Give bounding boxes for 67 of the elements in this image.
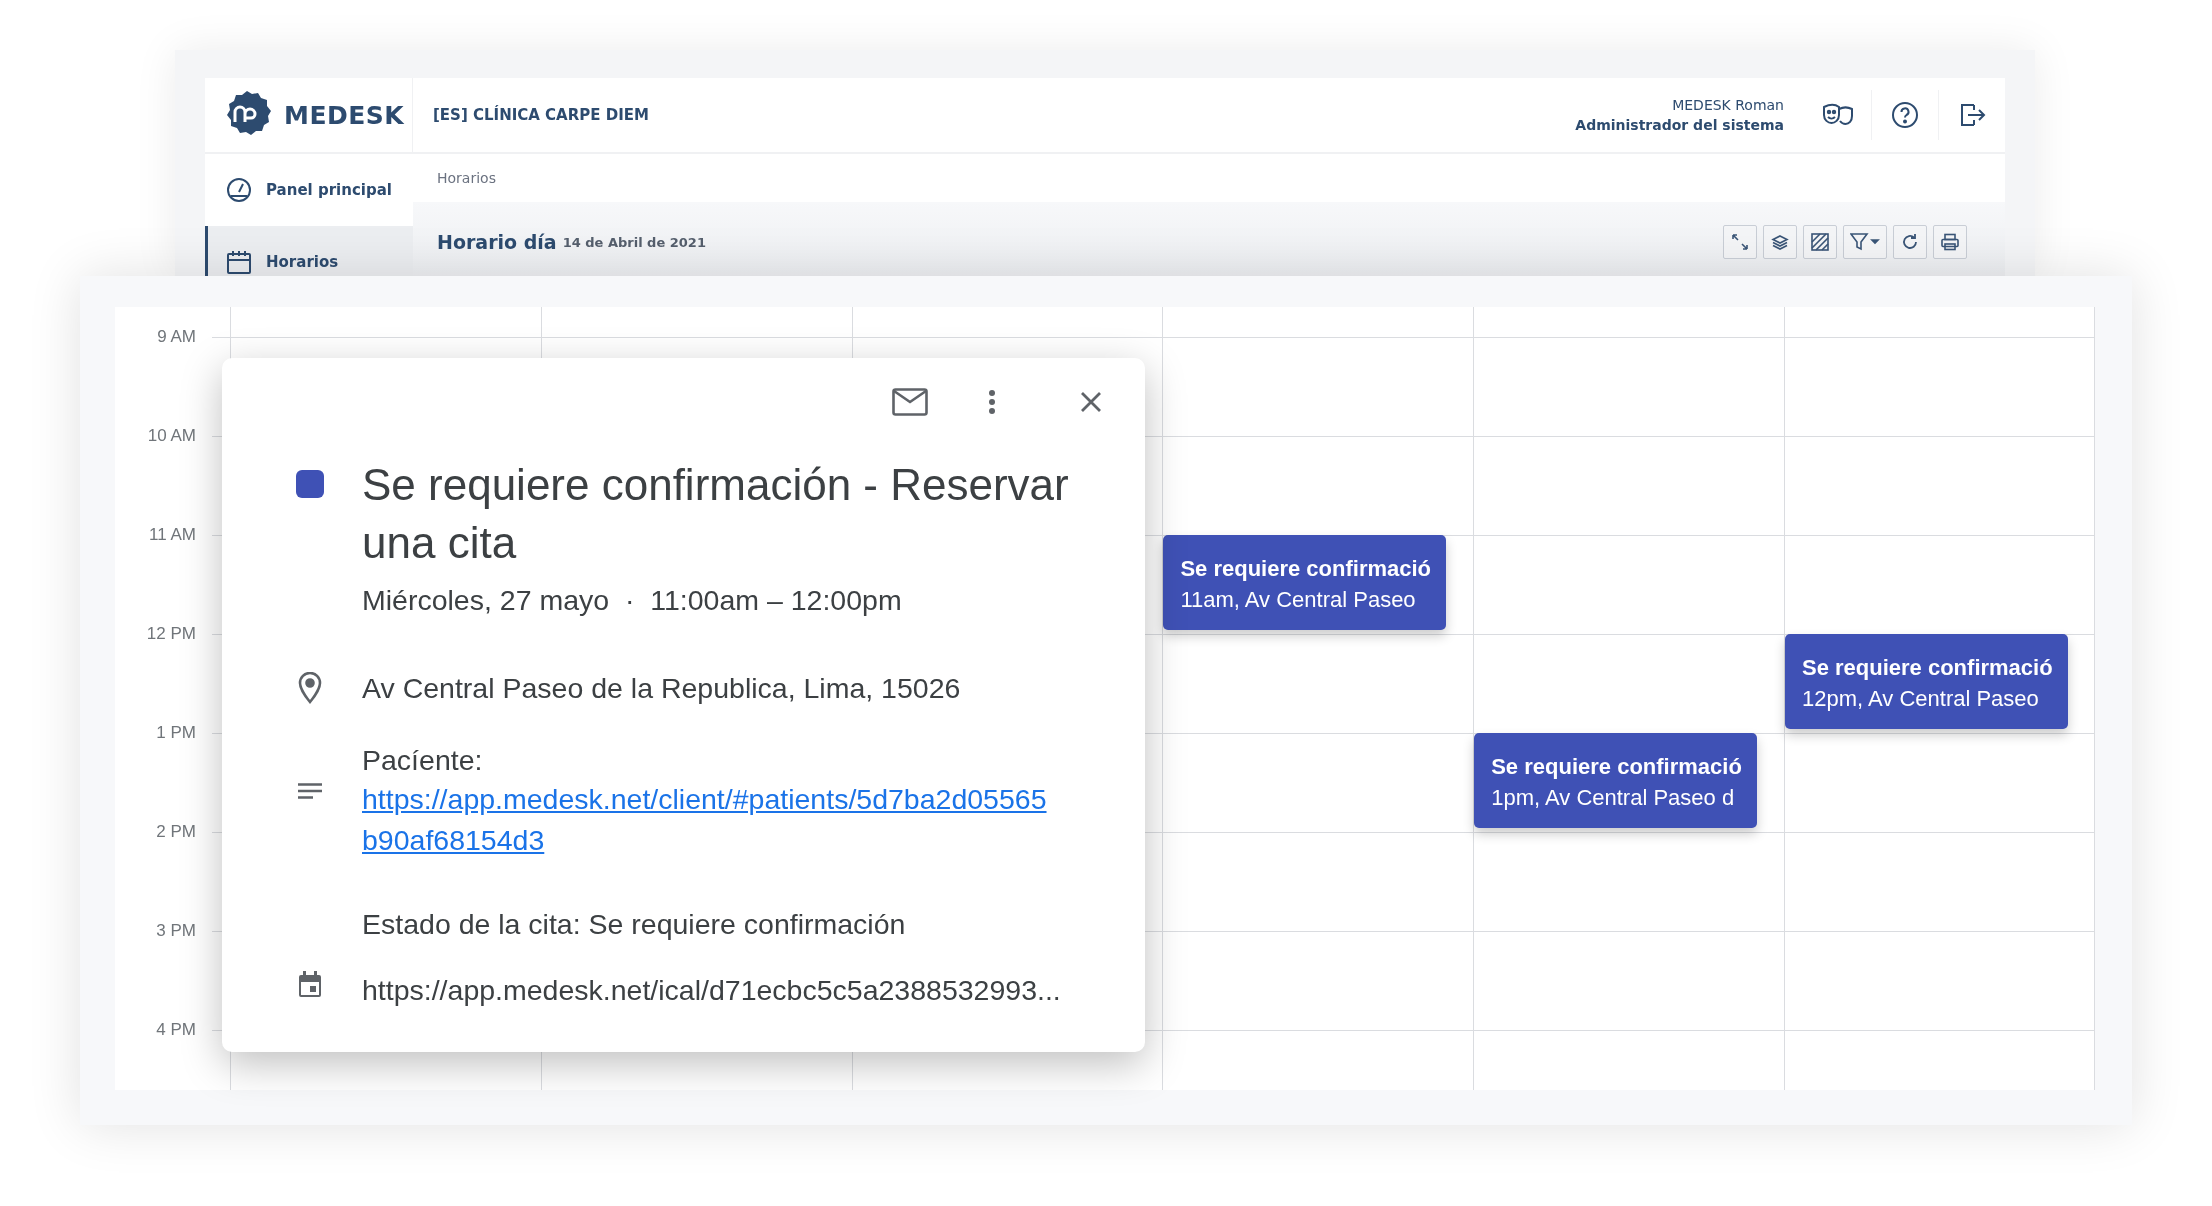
- appointment-status: Estado de la cita: Se requiere confirmación: [362, 907, 907, 942]
- time-slot[interactable]: [1162, 634, 1474, 733]
- gauge-icon: [226, 177, 252, 203]
- time-slot[interactable]: [1473, 1030, 1784, 1090]
- breadcrumb[interactable]: Horarios: [437, 170, 496, 186]
- time-label: 12 PM: [146, 624, 196, 644]
- location-pin-icon: [298, 672, 322, 704]
- description-label: Pacíente:: [362, 743, 484, 778]
- time-slot[interactable]: [1784, 832, 2095, 931]
- layers-icon: [1771, 234, 1789, 250]
- calendar-icon: [226, 250, 252, 274]
- refresh-icon: [1901, 233, 1919, 251]
- time-slot[interactable]: [1473, 535, 1784, 634]
- printer-icon: [1941, 233, 1959, 251]
- help-icon: [1891, 101, 1919, 129]
- sidebar-item[interactable]: Panel principal: [205, 154, 413, 226]
- filter-button[interactable]: [1843, 225, 1887, 259]
- time-label: 4 PM: [156, 1020, 196, 1040]
- page-date: 14 de Abril de 2021: [562, 234, 706, 250]
- filter-icon: [1850, 233, 1880, 251]
- time-slot[interactable]: [1784, 436, 2095, 535]
- time-slot[interactable]: [1784, 733, 2095, 832]
- time-slot[interactable]: [1473, 436, 1784, 535]
- time-slot[interactable]: [1162, 733, 1474, 832]
- refresh-button[interactable]: [1893, 225, 1927, 259]
- event-title: Se requiere confirmación - Reservar una cita: [362, 459, 1070, 569]
- time-slot[interactable]: [1784, 337, 2095, 436]
- user-name: MEDESK Roman: [1671, 96, 1784, 115]
- hatched-square-icon: [1811, 233, 1829, 251]
- logout-icon: [1958, 101, 1986, 129]
- time-label: 11 AM: [149, 525, 196, 545]
- expand-button[interactable]: [1723, 225, 1757, 259]
- calendar-icon: [298, 971, 322, 997]
- time-label: 10 AM: [147, 426, 196, 446]
- hatch-button[interactable]: [1803, 225, 1837, 259]
- time-slot[interactable]: [1162, 337, 1474, 436]
- layers-button[interactable]: [1763, 225, 1797, 259]
- brand-name: MEDESK: [284, 100, 405, 130]
- print-button[interactable]: [1933, 225, 1967, 259]
- ical-url: https://app.medesk.net/ical/d71ecbc5c5a2388532993...: [362, 973, 1062, 1008]
- sidebar-item[interactable]: Horarios: [205, 226, 413, 276]
- time-label: 2 PM: [156, 822, 196, 842]
- time-slot[interactable]: [1473, 337, 1784, 436]
- more-options-icon: [988, 389, 996, 415]
- description-lines-icon: [298, 783, 322, 799]
- expand-icon: [1731, 233, 1749, 251]
- time-slot[interactable]: [1784, 1030, 2095, 1090]
- envelope-icon: [892, 388, 928, 416]
- user-role: Administrador del sistema: [1575, 116, 1784, 135]
- close-icon: [1080, 391, 1102, 413]
- time-slot[interactable]: [1784, 931, 2095, 1030]
- patient-link[interactable]: https://app.medesk.net/client/#patients/5d7ba2d05565b90af68154d3: [362, 779, 1059, 861]
- time-slot[interactable]: [1162, 931, 1474, 1030]
- event-color-swatch: [296, 470, 324, 498]
- page-title: Horario día: [437, 231, 557, 253]
- time-label: 1 PM: [156, 723, 196, 743]
- time-slot[interactable]: [1473, 931, 1784, 1030]
- time-label: 3 PM: [156, 921, 196, 941]
- theater-masks-icon: [1820, 102, 1855, 128]
- event-date-time: Miércoles, 27 mayo · 11:00am – 12:00pm: [362, 584, 903, 617]
- time-label: 9 AM: [157, 327, 196, 347]
- event-location: Av Central Paseo de la Republica, Lima, 15026: [362, 671, 962, 706]
- time-slot[interactable]: [1784, 307, 2095, 337]
- time-slot[interactable]: [1162, 832, 1474, 931]
- clinic-name: [ES] CLÍNICA CARPE DIEM: [433, 106, 650, 124]
- time-slot[interactable]: [1162, 1030, 1474, 1090]
- time-slot[interactable]: [1473, 832, 1784, 931]
